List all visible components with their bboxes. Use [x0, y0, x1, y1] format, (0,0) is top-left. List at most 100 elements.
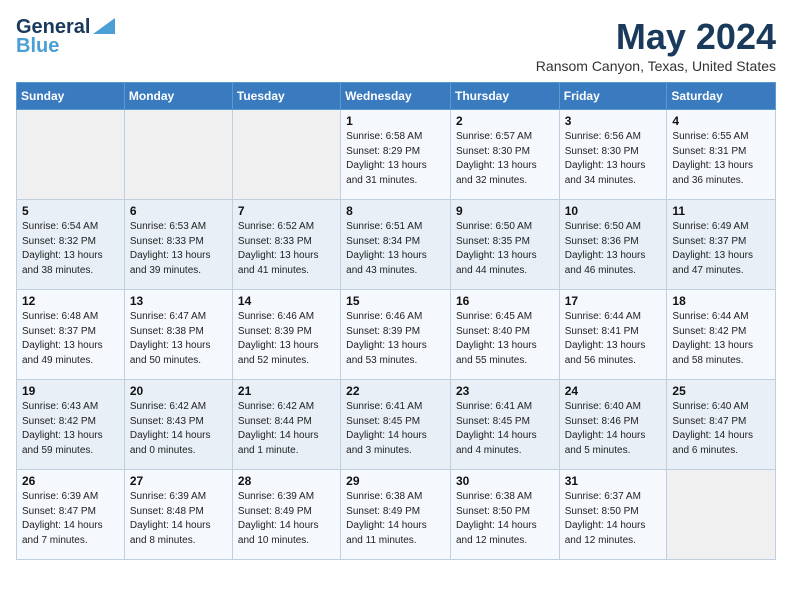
- week-row-0: 1Sunrise: 6:58 AM Sunset: 8:29 PM Daylig…: [17, 110, 776, 200]
- day-cell: 9 Sunrise: 6:50 AM Sunset: 8:35 PM Daylig…: [450, 200, 559, 290]
- day-info: Sunrise: 6:44 AM Sunset: 8:41 PM Dayligh…: [565, 310, 662, 368]
- day-number: 23: [456, 384, 554, 398]
- day-cell: 12 Sunrise: 6:48 AM Sunset: 8:37 PM Dayli…: [17, 290, 125, 380]
- week-row-2: 12 Sunrise: 6:48 AM Sunset: 8:37 PM Dayli…: [17, 290, 776, 380]
- day-number: 7: [238, 204, 335, 218]
- day-number: 12: [22, 294, 119, 308]
- day-info: Sunrise: 6:42 AM Sunset: 8:43 PM Dayligh…: [130, 400, 227, 458]
- day-info: Sunrise: 6:39 AM Sunset: 8:47 PM Dayligh…: [22, 490, 119, 548]
- header-thursday: Thursday: [450, 83, 559, 110]
- day-info: Sunrise: 6:43 AM Sunset: 8:42 PM Dayligh…: [22, 400, 119, 458]
- day-number: 3: [565, 114, 662, 128]
- day-cell: 7 Sunrise: 6:52 AM Sunset: 8:33 PM Daylig…: [232, 200, 340, 290]
- day-number: 20: [130, 384, 227, 398]
- day-cell: 26 Sunrise: 6:39 AM Sunset: 8:47 PM Dayli…: [17, 470, 125, 560]
- day-info: Sunrise: 6:56 AM Sunset: 8:30 PM Dayligh…: [565, 130, 662, 188]
- day-cell: 4Sunrise: 6:55 AM Sunset: 8:31 PM Daylig…: [667, 110, 776, 200]
- day-info: Sunrise: 6:39 AM Sunset: 8:49 PM Dayligh…: [238, 490, 335, 548]
- day-cell: 21 Sunrise: 6:42 AM Sunset: 8:44 PM Dayli…: [232, 380, 340, 470]
- logo-blue: Blue: [16, 35, 59, 58]
- day-cell: 13 Sunrise: 6:47 AM Sunset: 8:38 PM Dayli…: [124, 290, 232, 380]
- header-wednesday: Wednesday: [341, 83, 451, 110]
- day-number: 9: [456, 204, 554, 218]
- page-header: General Blue May 2024 Ransom Canyon, Tex…: [16, 16, 776, 74]
- day-info: Sunrise: 6:50 AM Sunset: 8:36 PM Dayligh…: [565, 220, 662, 278]
- day-info: Sunrise: 6:40 AM Sunset: 8:46 PM Dayligh…: [565, 400, 662, 458]
- week-row-4: 26 Sunrise: 6:39 AM Sunset: 8:47 PM Dayli…: [17, 470, 776, 560]
- day-number: 26: [22, 474, 119, 488]
- day-cell: 17 Sunrise: 6:44 AM Sunset: 8:41 PM Dayli…: [559, 290, 667, 380]
- day-info: Sunrise: 6:40 AM Sunset: 8:47 PM Dayligh…: [672, 400, 770, 458]
- day-number: 8: [346, 204, 445, 218]
- day-cell: [124, 110, 232, 200]
- title-block: May 2024 Ransom Canyon, Texas, United St…: [536, 16, 776, 74]
- header-sunday: Sunday: [17, 83, 125, 110]
- day-number: 11: [672, 204, 770, 218]
- day-info: Sunrise: 6:50 AM Sunset: 8:35 PM Dayligh…: [456, 220, 554, 278]
- day-number: 14: [238, 294, 335, 308]
- day-info: Sunrise: 6:46 AM Sunset: 8:39 PM Dayligh…: [238, 310, 335, 368]
- header-saturday: Saturday: [667, 83, 776, 110]
- day-cell: 18 Sunrise: 6:44 AM Sunset: 8:42 PM Dayli…: [667, 290, 776, 380]
- day-number: 2: [456, 114, 554, 128]
- day-number: 18: [672, 294, 770, 308]
- day-cell: 20 Sunrise: 6:42 AM Sunset: 8:43 PM Dayli…: [124, 380, 232, 470]
- day-info: Sunrise: 6:46 AM Sunset: 8:39 PM Dayligh…: [346, 310, 445, 368]
- day-cell: 1Sunrise: 6:58 AM Sunset: 8:29 PM Daylig…: [341, 110, 451, 200]
- day-number: 24: [565, 384, 662, 398]
- day-info: Sunrise: 6:38 AM Sunset: 8:49 PM Dayligh…: [346, 490, 445, 548]
- day-info: Sunrise: 6:58 AM Sunset: 8:29 PM Dayligh…: [346, 130, 445, 188]
- day-info: Sunrise: 6:54 AM Sunset: 8:32 PM Dayligh…: [22, 220, 119, 278]
- day-cell: 28Sunrise: 6:39 AM Sunset: 8:49 PM Dayli…: [232, 470, 340, 560]
- day-cell: 16Sunrise: 6:45 AM Sunset: 8:40 PM Dayli…: [450, 290, 559, 380]
- day-number: 13: [130, 294, 227, 308]
- day-cell: 5Sunrise: 6:54 AM Sunset: 8:32 PM Daylig…: [17, 200, 125, 290]
- day-info: Sunrise: 6:47 AM Sunset: 8:38 PM Dayligh…: [130, 310, 227, 368]
- day-cell: 6Sunrise: 6:53 AM Sunset: 8:33 PM Daylig…: [124, 200, 232, 290]
- day-cell: 31Sunrise: 6:37 AM Sunset: 8:50 PM Dayli…: [559, 470, 667, 560]
- day-cell: 24 Sunrise: 6:40 AM Sunset: 8:46 PM Dayli…: [559, 380, 667, 470]
- day-number: 16: [456, 294, 554, 308]
- location-label: Ransom Canyon, Texas, United States: [536, 58, 776, 74]
- day-number: 21: [238, 384, 335, 398]
- day-info: Sunrise: 6:39 AM Sunset: 8:48 PM Dayligh…: [130, 490, 227, 548]
- day-info: Sunrise: 6:55 AM Sunset: 8:31 PM Dayligh…: [672, 130, 770, 188]
- day-cell: [667, 470, 776, 560]
- week-row-1: 5Sunrise: 6:54 AM Sunset: 8:32 PM Daylig…: [17, 200, 776, 290]
- day-info: Sunrise: 6:42 AM Sunset: 8:44 PM Dayligh…: [238, 400, 335, 458]
- day-cell: 11 Sunrise: 6:49 AM Sunset: 8:37 PM Dayli…: [667, 200, 776, 290]
- header-friday: Friday: [559, 83, 667, 110]
- day-info: Sunrise: 6:44 AM Sunset: 8:42 PM Dayligh…: [672, 310, 770, 368]
- header-tuesday: Tuesday: [232, 83, 340, 110]
- day-number: 31: [565, 474, 662, 488]
- day-number: 30: [456, 474, 554, 488]
- day-info: Sunrise: 6:41 AM Sunset: 8:45 PM Dayligh…: [346, 400, 445, 458]
- day-cell: 10Sunrise: 6:50 AM Sunset: 8:36 PM Dayli…: [559, 200, 667, 290]
- day-info: Sunrise: 6:52 AM Sunset: 8:33 PM Dayligh…: [238, 220, 335, 278]
- day-number: 29: [346, 474, 445, 488]
- day-cell: 29 Sunrise: 6:38 AM Sunset: 8:49 PM Dayli…: [341, 470, 451, 560]
- day-cell: 25Sunrise: 6:40 AM Sunset: 8:47 PM Dayli…: [667, 380, 776, 470]
- calendar-table: SundayMondayTuesdayWednesdayThursdayFrid…: [16, 82, 776, 560]
- day-info: Sunrise: 6:41 AM Sunset: 8:45 PM Dayligh…: [456, 400, 554, 458]
- day-cell: 15Sunrise: 6:46 AM Sunset: 8:39 PM Dayli…: [341, 290, 451, 380]
- day-number: 17: [565, 294, 662, 308]
- day-cell: 27Sunrise: 6:39 AM Sunset: 8:48 PM Dayli…: [124, 470, 232, 560]
- day-cell: [17, 110, 125, 200]
- logo-icon: [93, 18, 115, 34]
- header-monday: Monday: [124, 83, 232, 110]
- day-cell: 3 Sunrise: 6:56 AM Sunset: 8:30 PM Daylig…: [559, 110, 667, 200]
- day-cell: 23 Sunrise: 6:41 AM Sunset: 8:45 PM Dayli…: [450, 380, 559, 470]
- day-info: Sunrise: 6:48 AM Sunset: 8:37 PM Dayligh…: [22, 310, 119, 368]
- day-info: Sunrise: 6:57 AM Sunset: 8:30 PM Dayligh…: [456, 130, 554, 188]
- day-info: Sunrise: 6:49 AM Sunset: 8:37 PM Dayligh…: [672, 220, 770, 278]
- day-cell: [232, 110, 340, 200]
- header-row: SundayMondayTuesdayWednesdayThursdayFrid…: [17, 83, 776, 110]
- day-cell: 14 Sunrise: 6:46 AM Sunset: 8:39 PM Dayli…: [232, 290, 340, 380]
- day-cell: 22Sunrise: 6:41 AM Sunset: 8:45 PM Dayli…: [341, 380, 451, 470]
- day-cell: 19 Sunrise: 6:43 AM Sunset: 8:42 PM Dayli…: [17, 380, 125, 470]
- month-title: May 2024: [536, 16, 776, 58]
- day-number: 19: [22, 384, 119, 398]
- day-number: 6: [130, 204, 227, 218]
- day-info: Sunrise: 6:51 AM Sunset: 8:34 PM Dayligh…: [346, 220, 445, 278]
